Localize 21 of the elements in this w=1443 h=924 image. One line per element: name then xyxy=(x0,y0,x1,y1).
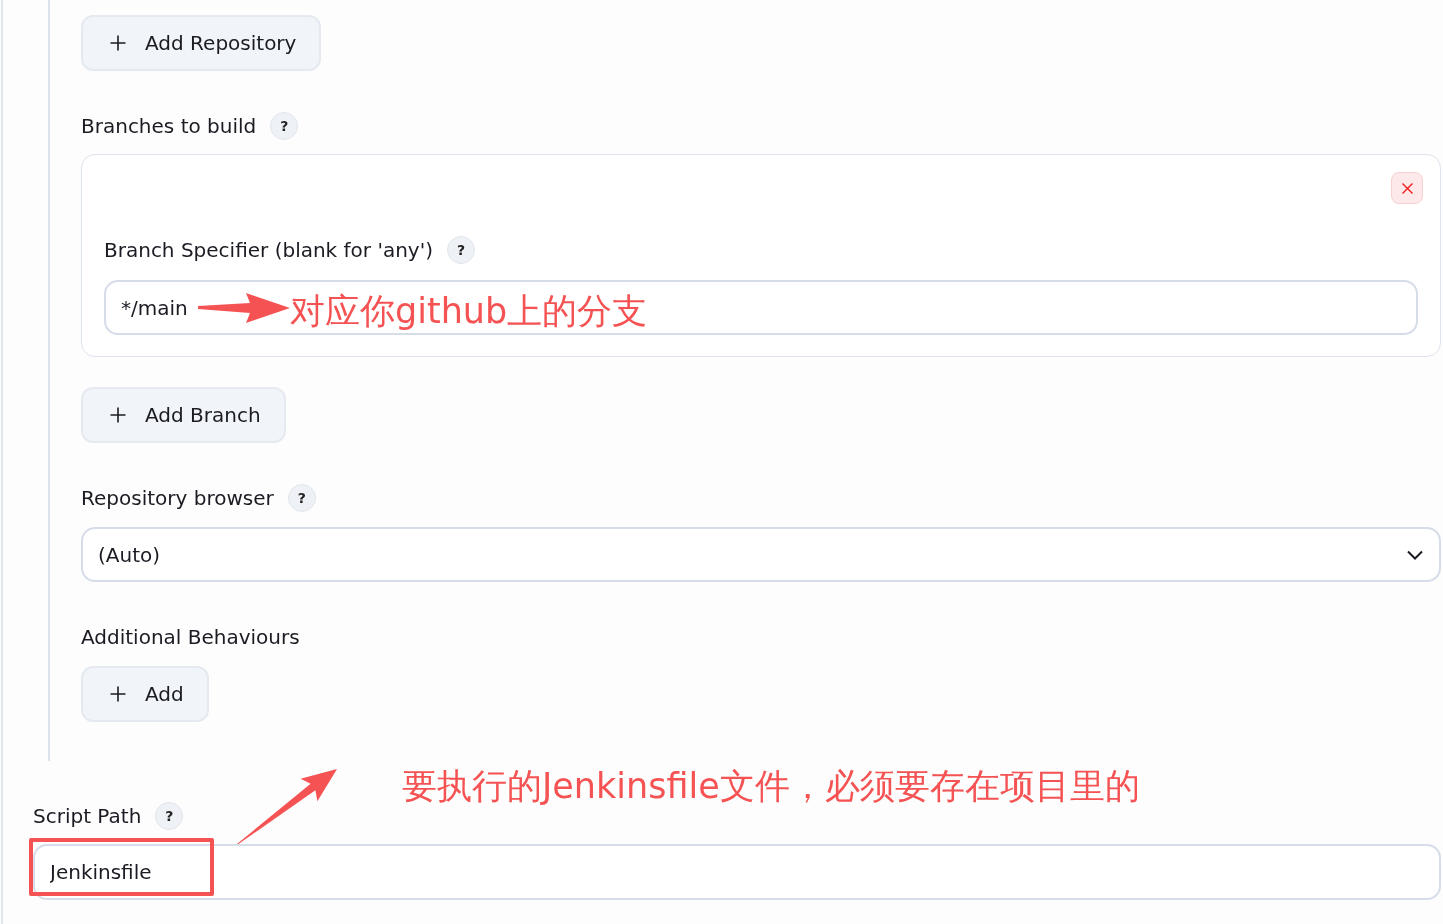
plus-icon xyxy=(110,407,126,423)
add-button[interactable]: Add xyxy=(81,666,209,722)
chevron-down-icon xyxy=(1407,549,1423,560)
add-branch-button[interactable]: Add Branch xyxy=(81,387,286,443)
field-label: Branches to build xyxy=(81,113,257,140)
add-repository-button[interactable]: Add Repository xyxy=(81,15,322,71)
field-label: Repository browser xyxy=(81,485,274,512)
help-button[interactable]: ? xyxy=(270,112,299,140)
delete-button[interactable] xyxy=(1391,172,1423,204)
help-button[interactable]: ? xyxy=(155,802,184,830)
field-label: Script Path xyxy=(33,803,142,830)
help-button[interactable]: ? xyxy=(287,484,316,512)
annotation-text: 对应你github上的分支 xyxy=(290,290,648,332)
repository-browser-select[interactable]: (Auto) xyxy=(81,527,1441,582)
plus-icon xyxy=(110,35,126,51)
help-button[interactable]: ? xyxy=(447,236,475,264)
close-icon xyxy=(1401,182,1413,194)
plus-icon xyxy=(110,686,126,702)
annotation-text: 要执行的Jenkinsfile文件，必须要存在项目里的 xyxy=(402,765,1140,807)
field-label: Branch Specifier (blank for 'any') xyxy=(104,237,433,264)
field-label: Additional Behaviours xyxy=(81,624,300,651)
